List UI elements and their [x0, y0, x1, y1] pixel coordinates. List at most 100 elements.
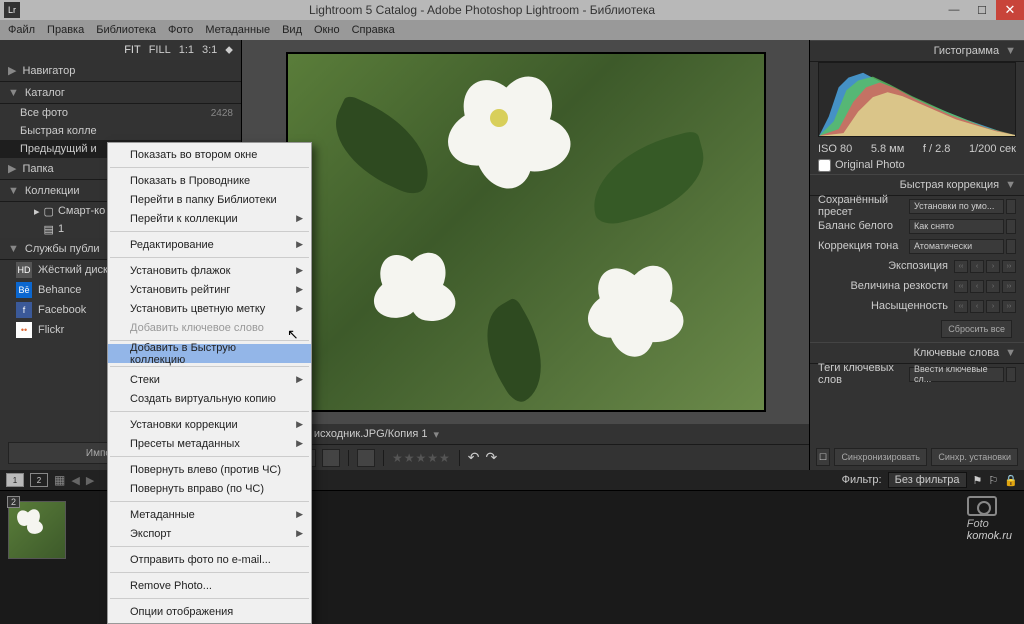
context-menu-item[interactable]: Метаданные▶: [108, 505, 311, 524]
exif-aperture: f / 2.8: [923, 143, 951, 155]
context-menu-item[interactable]: Установить рейтинг▶: [108, 280, 311, 299]
sort-button[interactable]: [357, 449, 375, 467]
vibrance-dec[interactable]: ‹: [970, 300, 984, 313]
rotate-right-icon[interactable]: ↷: [486, 449, 498, 466]
sync-toggle[interactable]: ☐: [816, 448, 830, 466]
histogram-info: ISO 80 5.8 мм f / 2.8 1/200 сек: [810, 141, 1024, 157]
submenu-arrow-icon: ▶: [296, 419, 303, 430]
exposure-inc2[interactable]: ››: [1002, 260, 1016, 273]
context-menu-item[interactable]: Установить цветную метку▶: [108, 299, 311, 318]
zoom-fill[interactable]: FILL: [149, 44, 171, 56]
photo-viewport[interactable]: [242, 40, 809, 424]
context-menu-item[interactable]: Установить флажок▶: [108, 261, 311, 280]
behance-icon: Bē: [16, 282, 32, 298]
context-menu-item[interactable]: Установки коррекции▶: [108, 415, 311, 434]
context-menu-item[interactable]: Создать виртуальную копию: [108, 389, 311, 408]
histogram-header[interactable]: Гистограмма▼: [810, 40, 1024, 62]
grid-icon[interactable]: ▦: [54, 473, 65, 487]
flag-reject-icon[interactable]: ⚐: [988, 474, 998, 487]
catalog-prev-label: Предыдущий и: [20, 143, 97, 155]
zoom-3-1[interactable]: 3:1: [202, 44, 217, 56]
navigator-header[interactable]: ▶Навигатор: [0, 60, 241, 82]
minimize-button[interactable]: —: [940, 0, 968, 20]
filter-lock-icon[interactable]: 🔒: [1004, 474, 1018, 487]
bottom-toolbar: ★★★★★ ↶ ↷: [242, 444, 809, 470]
keyword-tags-input[interactable]: Ввести ключевые сл...: [909, 367, 1004, 382]
menu-metadata[interactable]: Метаданные: [201, 24, 274, 36]
caption-dropdown-icon[interactable]: ▾: [433, 428, 439, 441]
menu-bar: Файл Правка Библиотека Фото Метаданные В…: [0, 20, 1024, 40]
maximize-button[interactable]: ☐: [968, 0, 996, 20]
vibrance-dec2[interactable]: ‹‹: [954, 300, 968, 313]
context-menu-item[interactable]: Показать во втором окне: [108, 145, 311, 164]
thumbnail[interactable]: 2: [8, 501, 66, 559]
close-button[interactable]: ✕: [996, 0, 1024, 20]
folders-label: Папка: [22, 163, 53, 175]
reset-all-button[interactable]: Сбросить все: [941, 320, 1012, 338]
preset-expand[interactable]: [1006, 199, 1016, 214]
zoom-fit[interactable]: FIT: [124, 44, 141, 56]
chevron-left-icon[interactable]: ◀: [71, 474, 79, 487]
exif-iso: ISO 80: [818, 143, 852, 155]
exposure-dec[interactable]: ‹: [970, 260, 984, 273]
context-menu-item[interactable]: Перейти в папку Библиотеки: [108, 190, 311, 209]
filter-value[interactable]: Без фильтра: [888, 472, 967, 488]
context-menu-item[interactable]: Опции отображения: [108, 602, 311, 621]
context-menu-item[interactable]: Экспорт▶: [108, 524, 311, 543]
wb-value[interactable]: Как снято: [909, 219, 1004, 234]
keywords-header[interactable]: Ключевые слова▼: [810, 342, 1024, 364]
submenu-arrow-icon: ▶: [296, 265, 303, 276]
clarity-inc[interactable]: ›: [986, 280, 1000, 293]
monitor-1-button[interactable]: 1: [6, 473, 24, 487]
submenu-arrow-icon: ▶: [296, 509, 303, 520]
keyword-tags-expand[interactable]: [1006, 367, 1016, 382]
menu-window[interactable]: Окно: [310, 24, 344, 36]
sync-settings-button[interactable]: Синхр. установки: [931, 448, 1018, 466]
submenu-arrow-icon: ▶: [296, 213, 303, 224]
menu-view[interactable]: Вид: [278, 24, 306, 36]
original-photo-checkbox[interactable]: [818, 159, 831, 172]
vibrance-inc[interactable]: ›: [986, 300, 1000, 313]
tone-expand[interactable]: [1006, 239, 1016, 254]
camera-icon: [967, 496, 997, 516]
menu-edit[interactable]: Правка: [43, 24, 88, 36]
catalog-all-photos[interactable]: Все фото2428: [0, 104, 241, 122]
rotate-left-icon[interactable]: ↶: [468, 449, 480, 466]
exposure-dec2[interactable]: ‹‹: [954, 260, 968, 273]
clarity-dec[interactable]: ‹: [970, 280, 984, 293]
wb-label: Баланс белого: [818, 220, 909, 232]
menu-photo[interactable]: Фото: [164, 24, 197, 36]
triangle-down-icon: ▼: [8, 243, 19, 255]
clarity-inc2[interactable]: ››: [1002, 280, 1016, 293]
context-menu-item[interactable]: Пресеты метаданных▶: [108, 434, 311, 453]
exposure-inc[interactable]: ›: [986, 260, 1000, 273]
zoom-1-1[interactable]: 1:1: [179, 44, 194, 56]
context-menu-item[interactable]: Добавить в Быструю коллекцию: [108, 344, 311, 363]
catalog-header[interactable]: ▼Каталог: [0, 82, 241, 104]
context-menu-item[interactable]: Стеки▶: [108, 370, 311, 389]
zoom-dropdown-icon[interactable]: ⬥: [225, 44, 233, 57]
chevron-right-icon[interactable]: ▶: [86, 474, 94, 487]
context-menu-item[interactable]: Отправить фото по e-mail...: [108, 550, 311, 569]
quick-develop-header[interactable]: Быстрая коррекция▼: [810, 174, 1024, 196]
context-menu-item[interactable]: Remove Photo...: [108, 576, 311, 595]
context-menu-item[interactable]: Показать в Проводнике: [108, 171, 311, 190]
sync-button[interactable]: Синхронизировать: [834, 448, 927, 466]
menu-library[interactable]: Библиотека: [92, 24, 160, 36]
clarity-dec2[interactable]: ‹‹: [954, 280, 968, 293]
flag-pick-icon[interactable]: ⚑: [973, 474, 983, 487]
catalog-quick-collection[interactable]: Быстрая колле: [0, 122, 241, 140]
context-menu-item[interactable]: Перейти к коллекции▶: [108, 209, 311, 228]
wb-expand[interactable]: [1006, 219, 1016, 234]
tone-value[interactable]: Атоматически: [909, 239, 1004, 254]
survey-view-button[interactable]: [322, 449, 340, 467]
context-menu-item[interactable]: Повернуть влево (против ЧС): [108, 460, 311, 479]
menu-help[interactable]: Справка: [348, 24, 399, 36]
rating-stars[interactable]: ★★★★★: [392, 451, 451, 465]
preset-value[interactable]: Установки по умо...: [909, 199, 1004, 214]
menu-file[interactable]: Файл: [4, 24, 39, 36]
context-menu-item[interactable]: Повернуть вправо (по ЧС): [108, 479, 311, 498]
context-menu-item[interactable]: Редактирование▶: [108, 235, 311, 254]
monitor-2-button[interactable]: 2: [30, 473, 48, 487]
vibrance-inc2[interactable]: ››: [1002, 300, 1016, 313]
